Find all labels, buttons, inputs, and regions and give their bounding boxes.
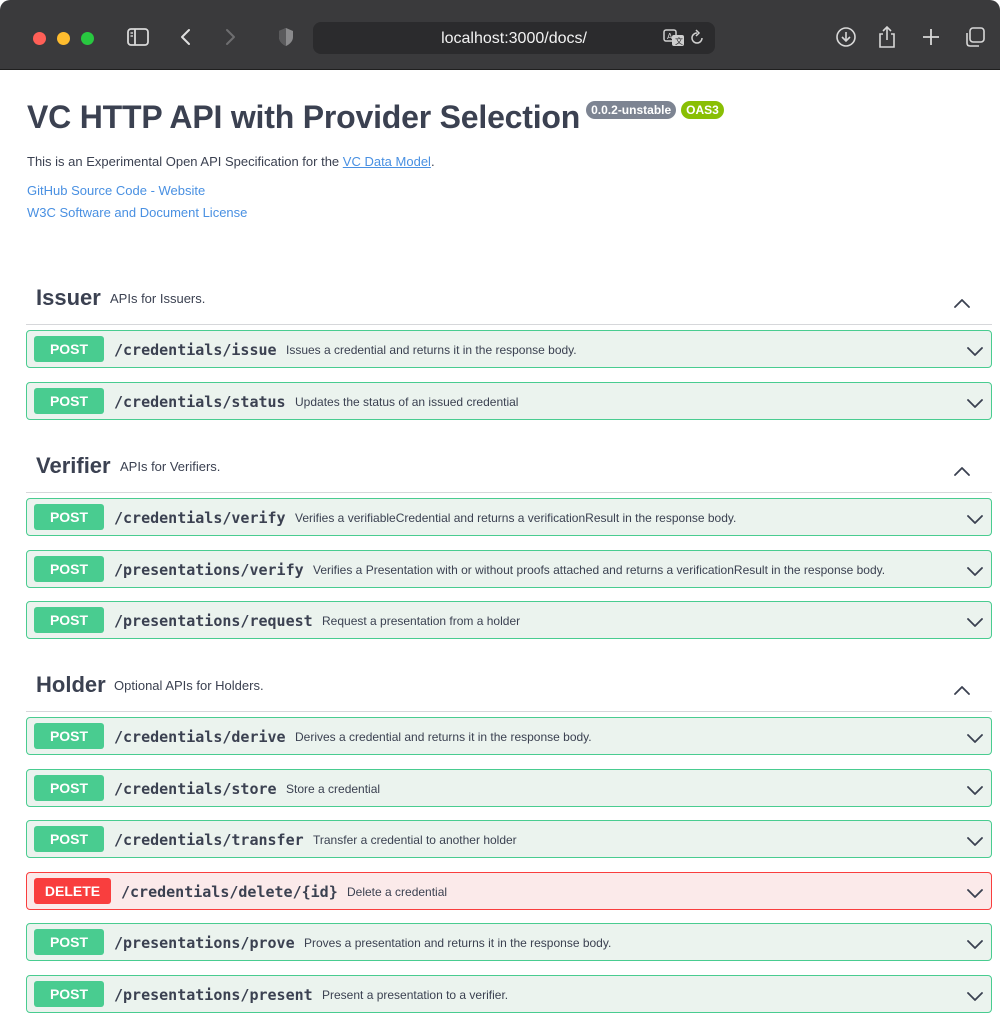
tag-section-verifier[interactable]: Verifier APIs for Verifiers. bbox=[26, 443, 992, 493]
chevron-down-icon[interactable] bbox=[967, 344, 983, 356]
description-end: . bbox=[430, 154, 435, 169]
browser-toolbar: localhost:3000/docs/ A文 bbox=[0, 0, 1000, 70]
operation-post-row[interactable]: POST/credentials/status Updates the statu… bbox=[26, 381, 992, 420]
operation-post-row[interactable]: POST/credentials/issue Issues a credentia… bbox=[26, 330, 992, 368]
endpoint-summary: Delete a credential bbox=[347, 884, 448, 899]
chevron-down-icon[interactable] bbox=[967, 731, 983, 743]
version-badge: 0.0.2-unstable bbox=[586, 101, 677, 119]
http-method-badge: POST bbox=[34, 826, 104, 852]
endpoint-path[interactable]: /presentations/request bbox=[114, 612, 313, 630]
tag-name: Verifier bbox=[36, 453, 111, 478]
api-title: VC HTTP API with Provider Selection bbox=[27, 99, 581, 135]
http-method-badge: POST bbox=[34, 774, 104, 801]
description-text: This is an Experimental Open API Specifi… bbox=[27, 154, 343, 169]
license-link[interactable]: W3C Software and Document License bbox=[27, 205, 247, 220]
download-icon[interactable] bbox=[834, 24, 858, 50]
tag-section-holder[interactable]: Holder Optional APIs for Holders. bbox=[26, 662, 992, 712]
operation-post-row[interactable]: POST/credentials/transfer Transfer a cred… bbox=[26, 820, 992, 858]
http-method-badge: POST bbox=[34, 336, 104, 362]
endpoint-path[interactable]: /credentials/derive bbox=[114, 728, 286, 746]
endpoint-path[interactable]: /credentials/delete/{id} bbox=[121, 883, 338, 901]
http-method-badge: POST bbox=[34, 723, 104, 749]
chevron-down-icon[interactable] bbox=[967, 989, 983, 1001]
endpoint-path[interactable]: /presentations/prove bbox=[114, 934, 295, 952]
shield-icon[interactable] bbox=[275, 24, 297, 50]
operation-post-row[interactable]: POST/credentials/store Store a credential bbox=[26, 768, 992, 807]
http-method-badge: POST bbox=[34, 504, 104, 530]
swagger-page: VC HTTP API with Provider Selection 0.0.… bbox=[0, 71, 1000, 1029]
tag-description: APIs for Verifiers. bbox=[120, 459, 221, 474]
share-icon[interactable] bbox=[876, 24, 898, 50]
back-icon[interactable] bbox=[176, 24, 196, 50]
tabs-overview-icon[interactable] bbox=[963, 24, 987, 50]
reload-icon[interactable] bbox=[689, 28, 705, 48]
sidebar-icon[interactable] bbox=[125, 24, 151, 50]
operation-post-row[interactable]: POST/credentials/verify Verifies a verifi… bbox=[26, 498, 992, 536]
endpoint-summary: Derives a credential and returns it in t… bbox=[295, 730, 592, 744]
chevron-down-icon[interactable] bbox=[967, 512, 983, 524]
chevron-down-icon[interactable] bbox=[967, 886, 983, 898]
vc-data-model-link[interactable]: VC Data Model bbox=[343, 154, 431, 169]
api-title-row: VC HTTP API with Provider Selection 0.0.… bbox=[27, 99, 724, 136]
chevron-down-icon[interactable] bbox=[967, 564, 983, 576]
address-bar[interactable]: localhost:3000/docs/ A文 bbox=[313, 22, 715, 54]
endpoint-summary: Updates the status of an issued credenti… bbox=[295, 394, 519, 409]
chevron-down-icon[interactable] bbox=[967, 396, 983, 408]
operation-delete-row[interactable]: DELETE/credentials/delete/{id} Delete a c… bbox=[26, 871, 992, 910]
tag-name: Holder bbox=[36, 672, 106, 697]
endpoint-summary: Store a credential bbox=[286, 781, 381, 796]
tag-description: APIs for Issuers. bbox=[110, 291, 206, 306]
zoom-window-button[interactable] bbox=[81, 32, 94, 45]
http-method-badge: DELETE bbox=[34, 877, 111, 904]
endpoint-summary: Proves a presentation and returns it in … bbox=[304, 936, 612, 950]
tag-name: Issuer bbox=[36, 285, 101, 310]
tag-description: Optional APIs for Holders. bbox=[114, 678, 264, 693]
http-method-badge: POST bbox=[34, 980, 104, 1007]
endpoint-summary: Issues a credential and returns it in th… bbox=[286, 343, 577, 357]
endpoint-summary: Verifies a verifiableCredential and retu… bbox=[295, 511, 737, 525]
http-method-badge: POST bbox=[34, 929, 104, 955]
github-link[interactable]: GitHub Source Code - Website bbox=[27, 183, 205, 198]
http-method-badge: POST bbox=[34, 387, 104, 414]
chevron-down-icon[interactable] bbox=[967, 783, 983, 795]
endpoint-path[interactable]: /credentials/store bbox=[114, 780, 277, 798]
svg-text:文: 文 bbox=[675, 36, 683, 46]
minimize-window-button[interactable] bbox=[57, 32, 70, 45]
endpoint-path[interactable]: /presentations/present bbox=[114, 986, 313, 1004]
endpoint-summary: Present a presentation to a verifier. bbox=[322, 987, 509, 1002]
endpoint-path[interactable]: /credentials/issue bbox=[114, 341, 277, 359]
operation-post-row[interactable]: POST/presentations/present Present a pres… bbox=[26, 974, 992, 1013]
http-method-badge: POST bbox=[34, 607, 104, 633]
chevron-down-icon[interactable] bbox=[967, 615, 983, 627]
endpoint-summary: Verifies a Presentation with or without … bbox=[313, 562, 886, 577]
chevron-down-icon[interactable] bbox=[967, 937, 983, 949]
endpoint-path[interactable]: /credentials/status bbox=[114, 393, 286, 411]
url-text: localhost:3000/docs/ bbox=[441, 30, 587, 47]
operation-post-row[interactable]: POST/presentations/prove Proves a present… bbox=[26, 923, 992, 961]
chevron-down-icon[interactable] bbox=[967, 834, 983, 846]
endpoint-path[interactable]: /credentials/transfer bbox=[114, 831, 304, 849]
chevron-up-icon[interactable] bbox=[954, 295, 970, 308]
chevron-up-icon[interactable] bbox=[954, 682, 970, 695]
chevron-up-icon[interactable] bbox=[954, 463, 970, 476]
forward-icon[interactable] bbox=[220, 24, 240, 50]
oas-badge: OAS3 bbox=[681, 101, 724, 119]
endpoint-summary: Transfer a credential to another holder bbox=[313, 833, 517, 847]
close-window-button[interactable] bbox=[33, 32, 46, 45]
api-description: This is an Experimental Open API Specifi… bbox=[27, 154, 435, 169]
endpoint-path[interactable]: /presentations/verify bbox=[114, 561, 304, 579]
operation-post-row[interactable]: POST/credentials/derive Derives a credent… bbox=[26, 717, 992, 755]
endpoint-path[interactable]: /credentials/verify bbox=[114, 509, 286, 527]
operation-post-row[interactable]: POST/presentations/request Request a pres… bbox=[26, 601, 992, 639]
browser-window: localhost:3000/docs/ A文 VC HTTP API with… bbox=[0, 0, 1000, 1029]
tag-section-issuer[interactable]: Issuer APIs for Issuers. bbox=[26, 275, 992, 325]
operation-post-row[interactable]: POST/presentations/verify Verifies a Pres… bbox=[26, 549, 992, 588]
endpoint-summary: Request a presentation from a holder bbox=[322, 614, 521, 628]
translate-icon[interactable]: A文 bbox=[663, 28, 685, 48]
http-method-badge: POST bbox=[34, 555, 104, 582]
new-tab-icon[interactable] bbox=[920, 24, 942, 50]
